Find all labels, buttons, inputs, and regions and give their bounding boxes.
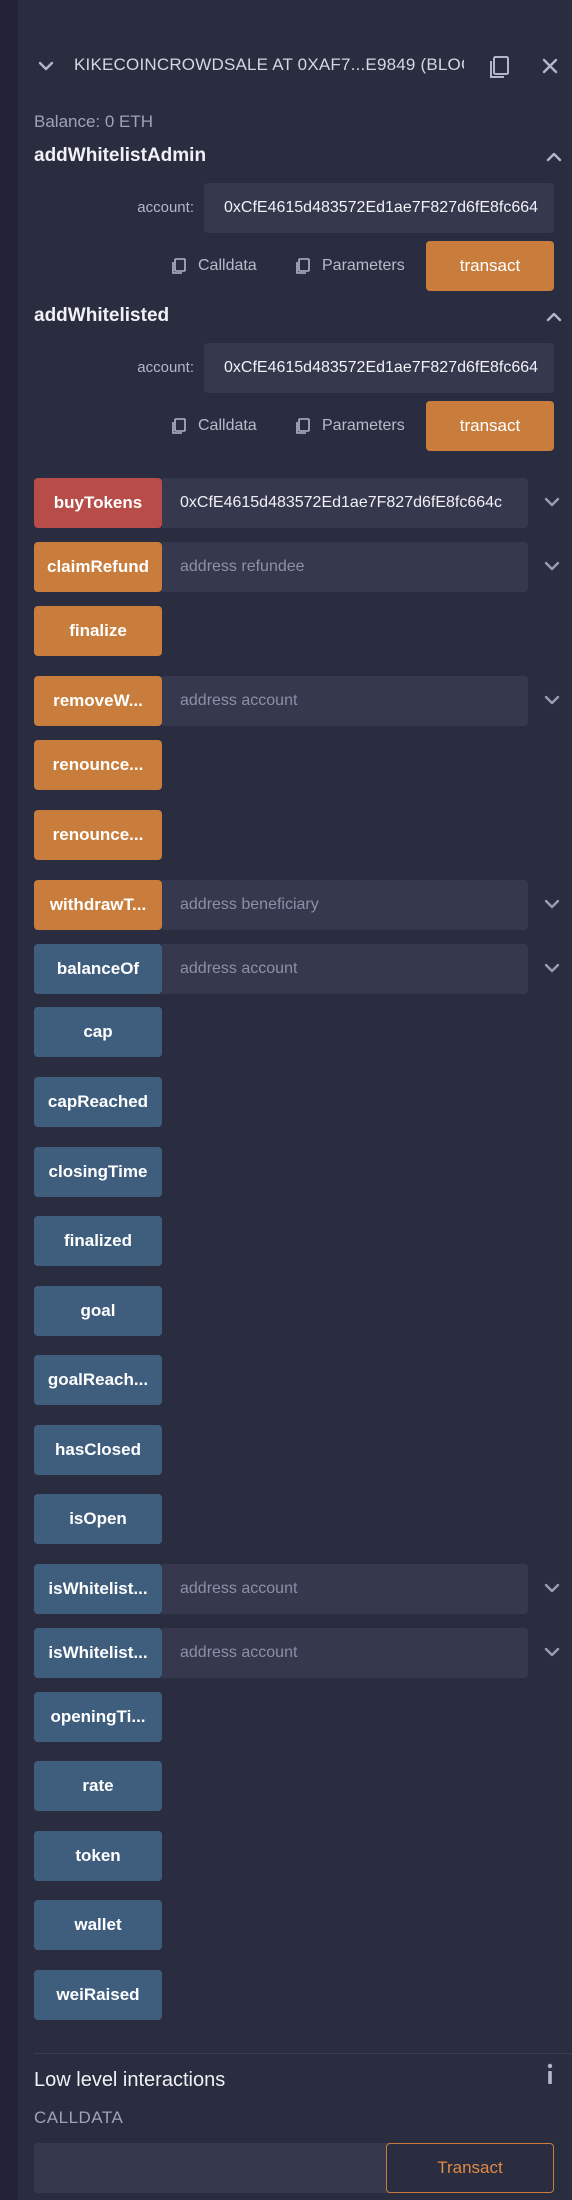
arg-label-account: account: [137,359,194,376]
chevron-down-icon[interactable] [542,492,562,512]
function-button-hasclosed[interactable]: hasClosed [34,1425,162,1475]
account-input[interactable]: 0xCfE4615d483572Ed1ae7F827d6fE8fc664 [204,183,554,233]
function-name: addWhitelistAdmin [34,145,207,166]
function-button-token[interactable]: token [34,1831,162,1881]
function-button-finalize[interactable]: finalize [34,606,162,656]
chevron-down-icon[interactable] [542,894,562,914]
balance-text: Balance: 0 ETH [34,112,154,131]
function-button-buytokens[interactable]: buyTokens [34,478,162,528]
function-input-claimrefund[interactable]: address refundee [162,542,528,592]
copy-icon [172,258,186,274]
calldata-button[interactable]: Calldata [170,250,280,282]
function-input-buytokens[interactable]: 0xCfE4615d483572Ed1ae7F827d6fE8fc664c [162,478,528,528]
function-button-finalized[interactable]: finalized [34,1216,162,1266]
function-button-goalreached[interactable]: goalReach... [34,1355,162,1405]
low-level-transact-button[interactable]: Transact [386,2143,554,2193]
chevron-up-icon[interactable] [544,147,564,167]
copy-icon[interactable] [486,54,512,80]
transact-button[interactable]: transact [426,401,554,451]
function-button-closingtime[interactable]: closingTime [34,1147,162,1197]
function-button-cap[interactable]: cap [34,1007,162,1057]
contract-header[interactable]: KIKECOINCROWDSALE AT 0XAF7...E9849 (BLOC… [18,44,572,90]
low-level-title: Low level interactions [34,2069,226,2091]
transact-button[interactable]: transact [426,241,554,291]
function-name: addWhitelisted [34,305,170,326]
parameters-button[interactable]: Parameters [294,410,424,442]
chevron-down-icon[interactable] [542,556,562,576]
function-button-weiraised[interactable]: weiRaised [34,1970,162,2020]
function-input-removewhitelisted[interactable]: address account [162,676,528,726]
function-button-renounce-1[interactable]: renounce... [34,740,162,790]
function-button-rate[interactable]: rate [34,1761,162,1811]
parameters-button[interactable]: Parameters [294,250,424,282]
account-input[interactable]: 0xCfE4615d483572Ed1ae7F827d6fE8fc664 [204,343,554,393]
function-button-wallet[interactable]: wallet [34,1900,162,1950]
function-button-isopen[interactable]: isOpen [34,1494,162,1544]
chevron-down-icon[interactable] [542,1642,562,1662]
function-input-iswhitelistadmin[interactable]: address account [162,1564,528,1614]
chevron-up-icon[interactable] [544,307,564,327]
close-icon[interactable] [540,56,560,76]
info-icon[interactable] [540,2062,560,2086]
function-button-removewhitelisted[interactable]: removeW... [34,676,162,726]
calldata-label: CALLDATA [34,2108,124,2127]
copy-icon [296,418,310,434]
function-input-withdrawtokens[interactable]: address beneficiary [162,880,528,930]
calldata-label: Calldata [198,417,257,434]
calldata-input[interactable] [34,2143,400,2193]
divider [34,2053,572,2054]
function-button-renounce-2[interactable]: renounce... [34,810,162,860]
function-button-capreached[interactable]: capReached [34,1077,162,1127]
parameters-label: Parameters [322,257,405,274]
chevron-down-icon[interactable] [542,690,562,710]
function-button-iswhitelistadmin[interactable]: isWhitelist... [34,1564,162,1614]
function-button-openingtime[interactable]: openingTi... [34,1692,162,1742]
chevron-down-icon[interactable] [542,958,562,978]
arg-label-account: account: [137,199,194,216]
function-input-iswhitelisted[interactable]: address account [162,1628,528,1678]
chevron-down-icon[interactable] [36,56,56,76]
function-button-balanceof[interactable]: balanceOf [34,944,162,994]
contract-title: KIKECOINCROWDSALE AT 0XAF7...E9849 (BLOC… [74,55,464,74]
calldata-label: Calldata [198,257,257,274]
copy-icon [172,418,186,434]
function-input-balanceof[interactable]: address account [162,944,528,994]
function-button-iswhitelisted[interactable]: isWhitelist... [34,1628,162,1678]
function-header-addwhitelistadmin[interactable]: addWhitelistAdmin [34,143,564,173]
function-button-goal[interactable]: goal [34,1286,162,1336]
parameters-label: Parameters [322,417,405,434]
function-header-addwhitelisted[interactable]: addWhitelisted [34,303,564,333]
left-rail [0,0,18,2200]
chevron-down-icon[interactable] [542,1578,562,1598]
function-button-claimrefund[interactable]: claimRefund [34,542,162,592]
copy-icon [296,258,310,274]
calldata-button[interactable]: Calldata [170,410,280,442]
function-button-withdrawtokens[interactable]: withdrawT... [34,880,162,930]
contract-panel: KIKECOINCROWDSALE AT 0XAF7...E9849 (BLOC… [18,0,572,2200]
